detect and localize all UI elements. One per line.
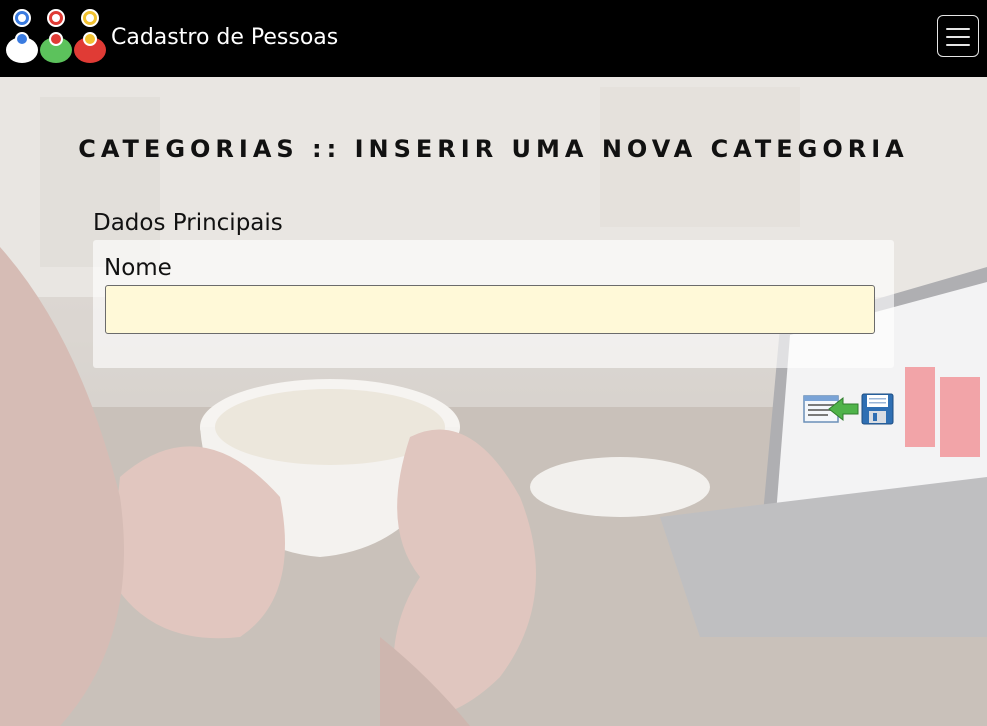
hamburger-menu-button[interactable] bbox=[937, 15, 979, 57]
navbar: Cadastro de Pessoas bbox=[0, 0, 987, 77]
brand-title[interactable]: Cadastro de Pessoas bbox=[111, 23, 338, 53]
section-title: Dados Principais bbox=[93, 210, 283, 236]
people-group-icon[interactable] bbox=[4, 6, 108, 64]
nome-input[interactable] bbox=[105, 285, 875, 334]
save-button[interactable] bbox=[861, 393, 894, 425]
page-title: CATEGORIAS :: INSERIR UMA NOVA CATEGORIA bbox=[78, 135, 909, 163]
back-to-list-icon bbox=[803, 395, 859, 423]
back-to-list-button[interactable] bbox=[803, 392, 859, 426]
nome-label: Nome bbox=[104, 255, 172, 281]
floppy-disk-save-icon bbox=[861, 393, 894, 425]
